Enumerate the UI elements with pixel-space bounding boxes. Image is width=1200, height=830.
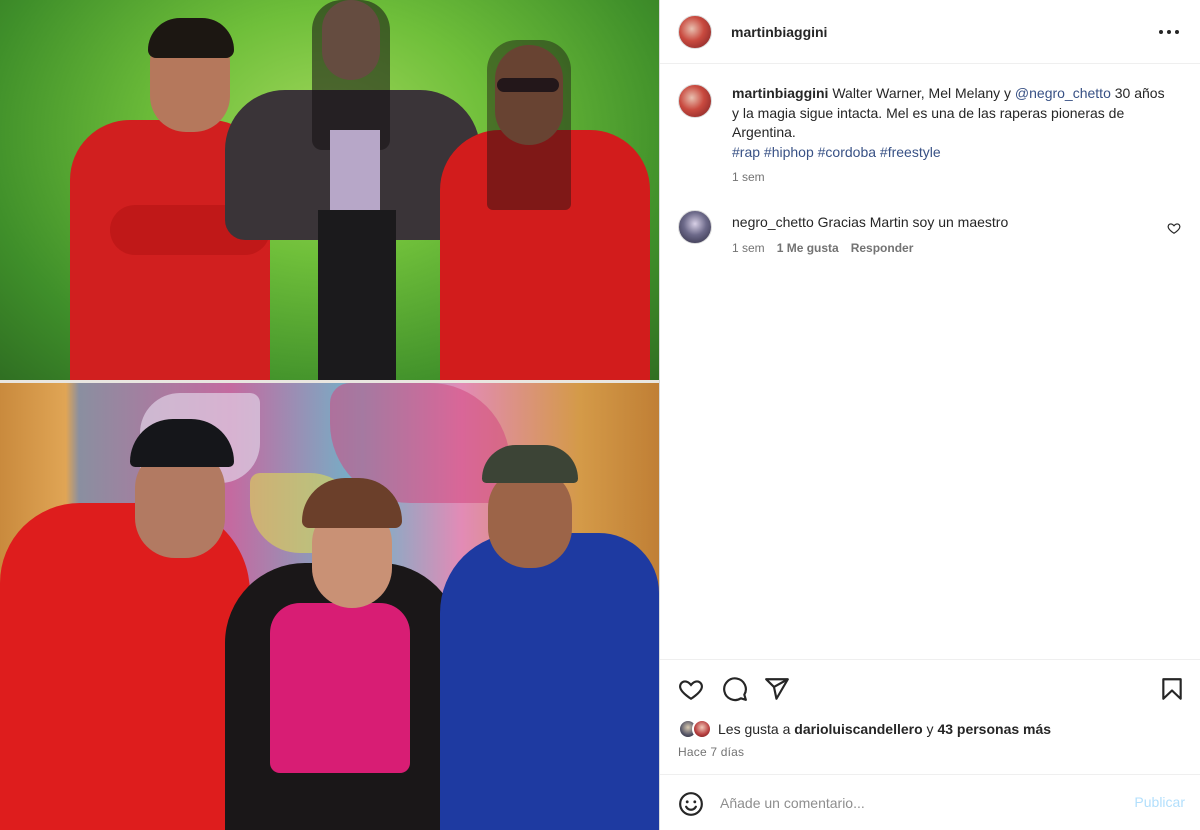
caption-username[interactable]: martinbiaggini — [732, 85, 828, 101]
caption-body-start: Walter Warner, Mel Melany y — [832, 85, 1015, 101]
person-middle-hair — [312, 0, 390, 150]
post-timestamp[interactable]: Hace 7 días — [678, 745, 744, 759]
comment-item: negro_chetto Gracias Martin soy un maest… — [678, 210, 1183, 260]
emoji-icon[interactable] — [678, 791, 704, 817]
send-icon[interactable] — [764, 676, 790, 702]
heart-icon[interactable] — [678, 676, 704, 702]
comment-meta: 1 sem 1 Me gusta Responder — [732, 241, 913, 255]
commenter-avatar[interactable] — [678, 210, 712, 244]
caption-timestamp[interactable]: 1 sem — [732, 170, 765, 184]
hashtag-hiphop[interactable]: #hiphop — [764, 144, 814, 160]
comment-like-count[interactable]: 1 Me gusta — [777, 241, 839, 255]
hashtag-rap[interactable]: #rap — [732, 144, 760, 160]
comment-reply-button[interactable]: Responder — [851, 241, 914, 255]
post-actions — [660, 659, 1200, 714]
person-left-red-hoodie — [0, 503, 250, 830]
likes-text: Les gusta a darioluiscandellero y 43 per… — [718, 721, 1051, 737]
liker-username[interactable]: darioluiscandellero — [794, 721, 922, 737]
post-header: martinbiaggini — [660, 0, 1200, 64]
post-image[interactable] — [0, 0, 659, 830]
photo-top-group — [0, 0, 659, 383]
comment-icon[interactable] — [722, 676, 748, 702]
person-right-face — [488, 468, 572, 568]
post-sidebar: martinbiaggini martinbiaggini Walter War… — [659, 0, 1200, 830]
person-right-blue-sweater — [440, 533, 659, 830]
person-middle-top — [330, 130, 380, 210]
caption-mention[interactable]: @negro_chetto — [1015, 85, 1111, 101]
more-horizontal-icon[interactable] — [1157, 22, 1181, 42]
likes-connector: y — [922, 721, 938, 737]
comment-body: Gracias Martin soy un maestro — [817, 214, 1009, 230]
likes-prefix: Les gusta a — [718, 721, 795, 737]
hashtag-cordoba[interactable]: #cordoba — [818, 144, 876, 160]
comment-timestamp[interactable]: 1 sem — [732, 241, 765, 255]
comment-input[interactable] — [720, 792, 1100, 814]
caption-text: martinbiaggini Walter Warner, Mel Melany… — [732, 84, 1172, 162]
likes-summary[interactable]: Les gusta a darioluiscandellero y 43 per… — [678, 718, 1051, 740]
author-username[interactable]: martinbiaggini — [731, 24, 827, 40]
comment-composer: Publicar — [660, 774, 1200, 830]
likes-others-count[interactable]: 43 personas más — [937, 721, 1051, 737]
person-right-cap — [482, 445, 578, 483]
person-left-hair — [148, 18, 234, 58]
hashtag-freestyle[interactable]: #freestyle — [880, 144, 941, 160]
publish-button[interactable]: Publicar — [1134, 794, 1185, 810]
liker-avatar — [692, 719, 712, 739]
person-middle-pink-top — [270, 603, 410, 773]
person-right-hair — [487, 40, 571, 210]
heart-icon[interactable] — [1167, 221, 1181, 235]
person-middle-pants — [318, 210, 396, 383]
photo-bottom-group — [0, 383, 659, 830]
commenter-username[interactable]: negro_chetto — [732, 214, 814, 230]
caption-avatar[interactable] — [678, 84, 712, 118]
comment-text: negro_chetto Gracias Martin soy un maest… — [732, 214, 1008, 230]
bookmark-icon[interactable] — [1159, 676, 1185, 702]
author-avatar[interactable] — [678, 15, 712, 49]
instagram-post: martinbiaggini martinbiaggini Walter War… — [0, 0, 1200, 830]
